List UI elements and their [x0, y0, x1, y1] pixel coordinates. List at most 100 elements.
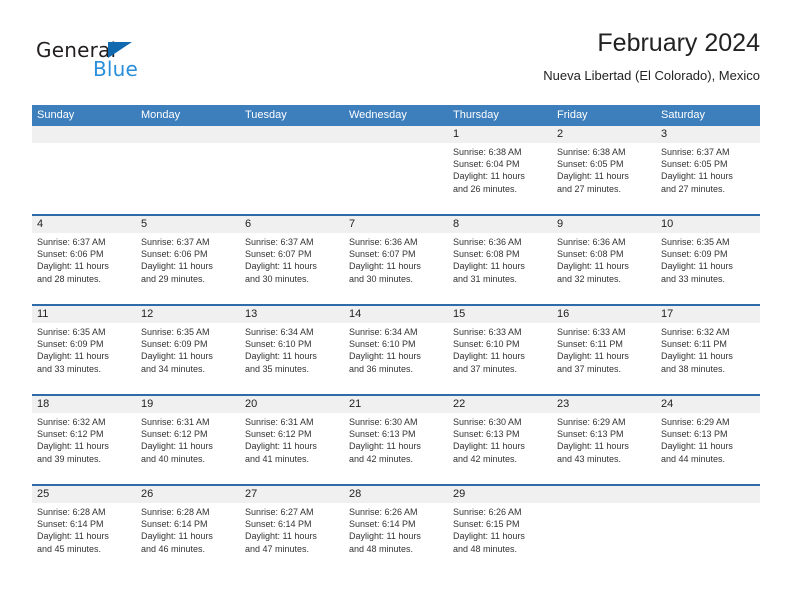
day-number[interactable]	[344, 126, 448, 143]
sunset-text: Sunset: 6:06 PM	[141, 249, 208, 260]
day-number[interactable]	[552, 486, 656, 503]
daylight-text-line2: and 42 minutes.	[349, 453, 414, 464]
day-number[interactable]: 28	[344, 486, 448, 503]
daylight-text-line1: Daylight: 11 hours	[453, 441, 525, 452]
daylight-text-line2: and 32 minutes.	[557, 273, 622, 284]
sunset-text: Sunset: 6:10 PM	[245, 339, 312, 350]
weekday-header-sunday: Sunday	[37, 109, 75, 121]
day-number[interactable]	[656, 486, 760, 503]
sunset-text: Sunset: 6:13 PM	[453, 429, 520, 440]
sunset-text: Sunset: 6:07 PM	[349, 249, 416, 260]
day-number[interactable]: 26	[136, 486, 240, 503]
sunrise-text: Sunrise: 6:34 AM	[349, 327, 418, 337]
page-title: February 2024	[597, 29, 760, 57]
day-number[interactable]: 20	[240, 396, 344, 413]
day-number[interactable]: 24	[656, 396, 760, 413]
sunset-text: Sunset: 6:11 PM	[661, 339, 727, 350]
weekday-header-saturday: Saturday	[661, 109, 706, 121]
daylight-text-line1: Daylight: 11 hours	[557, 261, 629, 272]
daylight-text-line1: Daylight: 11 hours	[453, 261, 525, 272]
daylight-text-line1: Daylight: 11 hours	[245, 351, 317, 362]
week-detail-band: Sunrise: 6:28 AM Sunset: 6:14 PM Dayligh…	[32, 503, 760, 572]
day-cell: Sunrise: 6:32 AM Sunset: 6:11 PM Dayligh…	[656, 323, 760, 392]
daylight-text-line1: Daylight: 11 hours	[661, 351, 733, 362]
day-number[interactable]: 10	[656, 216, 760, 233]
day-cell: Sunrise: 6:36 AM Sunset: 6:07 PM Dayligh…	[344, 233, 448, 302]
day-number[interactable]: 14	[344, 306, 448, 323]
day-cell: Sunrise: 6:37 AM Sunset: 6:06 PM Dayligh…	[32, 233, 136, 302]
day-number[interactable]: 19	[136, 396, 240, 413]
day-number[interactable]	[32, 126, 136, 143]
daylight-text-line2: and 45 minutes.	[37, 543, 102, 554]
day-number[interactable]	[136, 126, 240, 143]
week-detail-band: Sunrise: 6:38 AM Sunset: 6:04 PM Dayligh…	[32, 143, 760, 212]
daylight-text-line2: and 40 minutes.	[141, 453, 206, 464]
day-number[interactable]: 16	[552, 306, 656, 323]
day-number[interactable]: 11	[32, 306, 136, 323]
day-number[interactable]: 18	[32, 396, 136, 413]
week-row: 1 2 3 Sunrise: 6:38 AM Sunset: 6:04 PM D…	[32, 126, 760, 216]
day-number[interactable]: 4	[32, 216, 136, 233]
daylight-text-line1: Daylight: 11 hours	[37, 261, 109, 272]
sunrise-text: Sunrise: 6:37 AM	[661, 147, 730, 157]
day-cell	[136, 143, 240, 212]
day-number[interactable]: 5	[136, 216, 240, 233]
daylight-text-line2: and 33 minutes.	[37, 363, 102, 374]
day-number[interactable]: 21	[344, 396, 448, 413]
day-number[interactable]: 7	[344, 216, 448, 233]
weekday-header-wednesday: Wednesday	[349, 109, 407, 121]
day-number[interactable]: 15	[448, 306, 552, 323]
day-cell: Sunrise: 6:35 AM Sunset: 6:09 PM Dayligh…	[656, 233, 760, 302]
daylight-text-line2: and 37 minutes.	[453, 363, 518, 374]
daylight-text-line1: Daylight: 11 hours	[141, 441, 213, 452]
day-number[interactable]: 3	[656, 126, 760, 143]
day-cell: Sunrise: 6:31 AM Sunset: 6:12 PM Dayligh…	[240, 413, 344, 482]
day-number[interactable]: 13	[240, 306, 344, 323]
page-header: General Blue February 2024 Nueva Liberta…	[32, 28, 760, 90]
sunrise-text: Sunrise: 6:32 AM	[661, 327, 730, 337]
day-number[interactable]: 25	[32, 486, 136, 503]
day-number[interactable]: 12	[136, 306, 240, 323]
daylight-text-line2: and 36 minutes.	[349, 363, 414, 374]
day-number[interactable]: 6	[240, 216, 344, 233]
sunset-text: Sunset: 6:09 PM	[141, 339, 208, 350]
sunrise-text: Sunrise: 6:29 AM	[661, 417, 730, 427]
day-number[interactable]	[240, 126, 344, 143]
daylight-text-line1: Daylight: 11 hours	[349, 351, 421, 362]
day-number[interactable]: 22	[448, 396, 552, 413]
sunset-text: Sunset: 6:12 PM	[141, 429, 208, 440]
day-number[interactable]: 27	[240, 486, 344, 503]
daylight-text-line1: Daylight: 11 hours	[453, 351, 525, 362]
sunset-text: Sunset: 6:07 PM	[245, 249, 312, 260]
day-cell: Sunrise: 6:36 AM Sunset: 6:08 PM Dayligh…	[552, 233, 656, 302]
daylight-text-line2: and 47 minutes.	[245, 543, 310, 554]
daylight-text-line2: and 43 minutes.	[557, 453, 622, 464]
day-number[interactable]: 17	[656, 306, 760, 323]
sunrise-text: Sunrise: 6:37 AM	[141, 237, 210, 247]
day-number[interactable]: 9	[552, 216, 656, 233]
day-number[interactable]: 23	[552, 396, 656, 413]
daylight-text-line1: Daylight: 11 hours	[141, 531, 213, 542]
daylight-text-line2: and 33 minutes.	[661, 273, 726, 284]
sunrise-text: Sunrise: 6:35 AM	[37, 327, 106, 337]
sunset-text: Sunset: 6:13 PM	[557, 429, 624, 440]
sunset-text: Sunset: 6:12 PM	[37, 429, 104, 440]
day-cell	[344, 143, 448, 212]
day-cell: Sunrise: 6:38 AM Sunset: 6:04 PM Dayligh…	[448, 143, 552, 212]
daylight-text-line2: and 46 minutes.	[141, 543, 206, 554]
sunrise-text: Sunrise: 6:28 AM	[141, 507, 210, 517]
day-cell: Sunrise: 6:30 AM Sunset: 6:13 PM Dayligh…	[344, 413, 448, 482]
sunrise-text: Sunrise: 6:35 AM	[661, 237, 730, 247]
daylight-text-line1: Daylight: 11 hours	[453, 171, 525, 182]
day-number[interactable]: 2	[552, 126, 656, 143]
day-cell	[656, 503, 760, 572]
daylight-text-line1: Daylight: 11 hours	[141, 261, 213, 272]
day-number[interactable]: 29	[448, 486, 552, 503]
week-daynumber-band: 11 12 13 14 15 16 17	[32, 306, 760, 323]
day-number[interactable]: 8	[448, 216, 552, 233]
daylight-text-line2: and 27 minutes.	[557, 183, 622, 194]
sunset-text: Sunset: 6:14 PM	[245, 519, 312, 530]
generalblue-logo[interactable]: General Blue	[36, 38, 216, 90]
sunset-text: Sunset: 6:10 PM	[349, 339, 416, 350]
day-number[interactable]: 1	[448, 126, 552, 143]
